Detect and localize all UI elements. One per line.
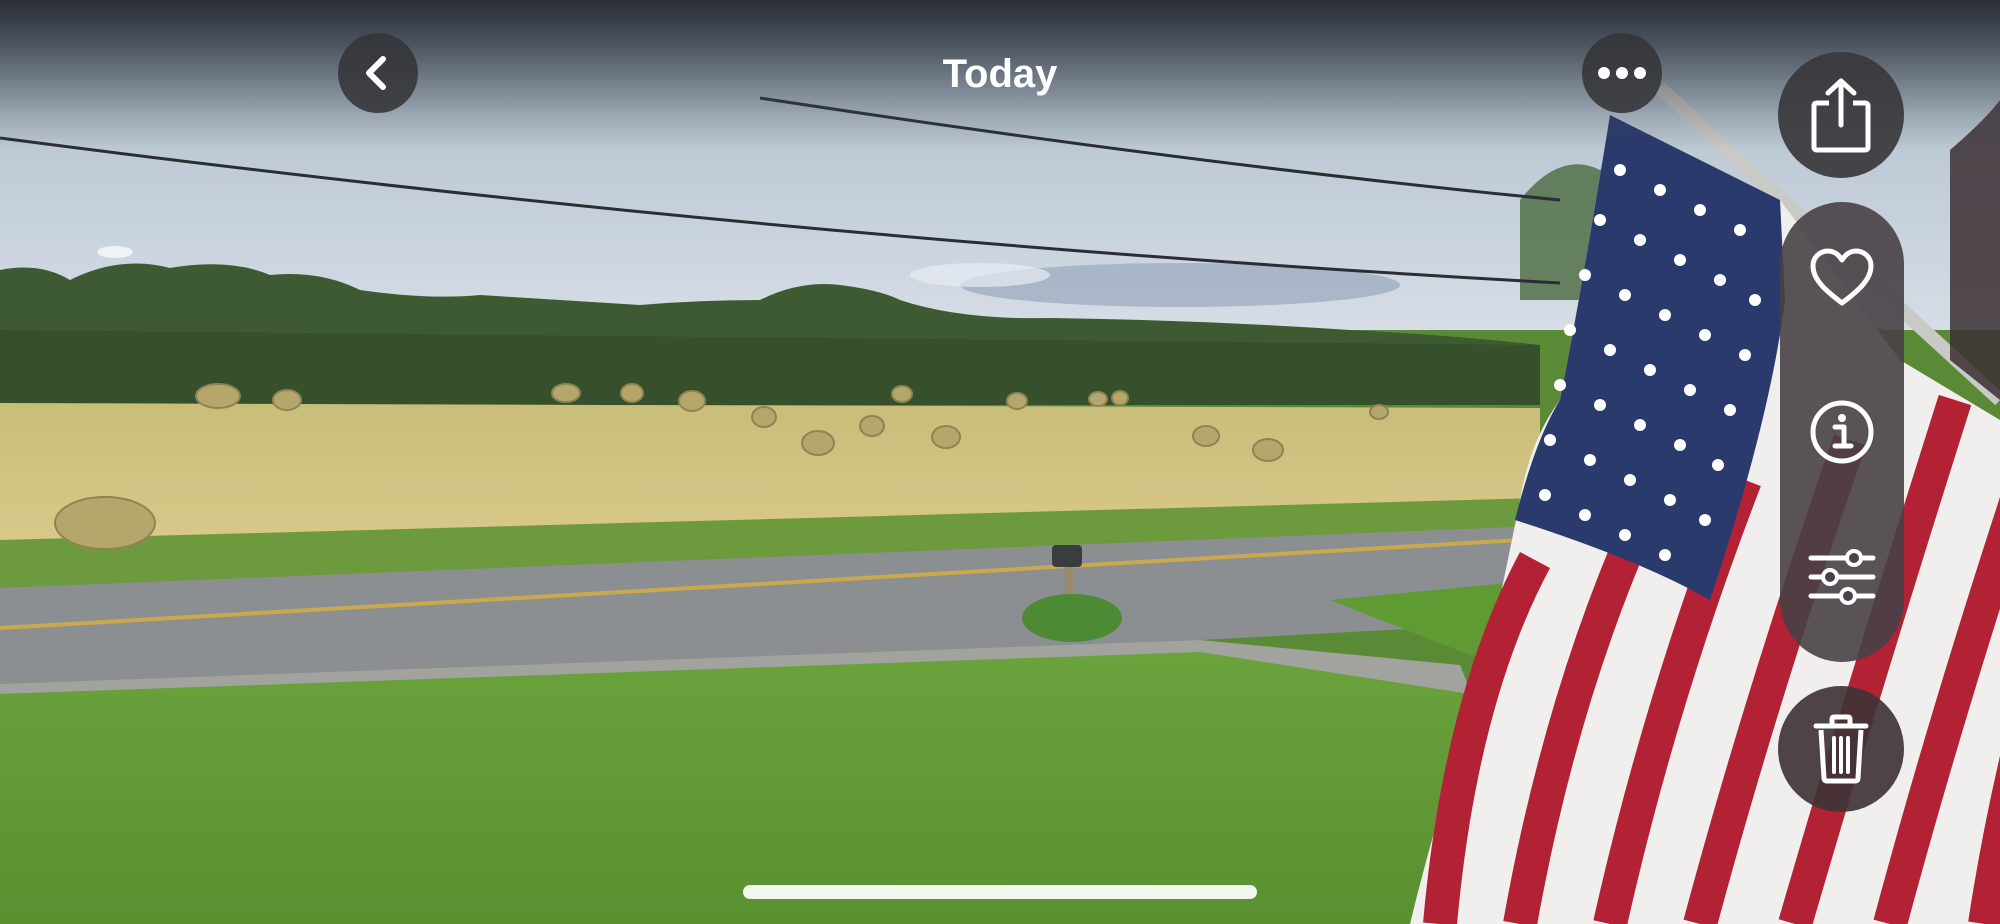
hay-bale	[859, 415, 885, 437]
info-icon	[1810, 400, 1874, 464]
hay-bale	[678, 390, 706, 412]
ellipsis-icon	[1598, 67, 1646, 79]
hay-bale	[891, 385, 913, 403]
hay-bale	[54, 496, 156, 550]
bush	[1022, 594, 1122, 642]
heart-icon	[1810, 248, 1874, 306]
hay-bale	[620, 383, 644, 403]
page-title: Today	[942, 52, 1058, 96]
hay-bale	[1369, 404, 1389, 420]
hay-bale	[1088, 391, 1108, 407]
trash-icon	[1813, 714, 1869, 784]
hay-bale	[1006, 392, 1028, 410]
home-indicator[interactable]	[743, 885, 1257, 899]
hay-bale	[801, 430, 835, 456]
hay-bale	[272, 389, 302, 411]
hay-bale	[1111, 390, 1129, 406]
hay-bale	[1252, 438, 1284, 462]
hay-bale	[551, 383, 581, 403]
more-button[interactable]	[1582, 33, 1662, 113]
adjust-button[interactable]	[1780, 522, 1904, 632]
back-button[interactable]	[338, 33, 418, 113]
cloud	[910, 263, 1050, 287]
photo-actions-bar	[1780, 202, 1904, 662]
cloud	[97, 246, 133, 258]
hay-bale	[195, 383, 241, 409]
info-button[interactable]	[1780, 377, 1904, 487]
delete-button[interactable]	[1778, 686, 1904, 812]
share-button[interactable]	[1778, 52, 1904, 178]
hay-bale	[751, 406, 777, 428]
share-icon	[1811, 78, 1871, 153]
chevron-left-icon	[366, 56, 386, 90]
mailbox	[1052, 545, 1082, 567]
hay-bale	[1192, 425, 1220, 447]
sliders-icon	[1808, 549, 1876, 605]
favorite-button[interactable]	[1780, 222, 1904, 332]
hay-bale	[931, 425, 961, 449]
